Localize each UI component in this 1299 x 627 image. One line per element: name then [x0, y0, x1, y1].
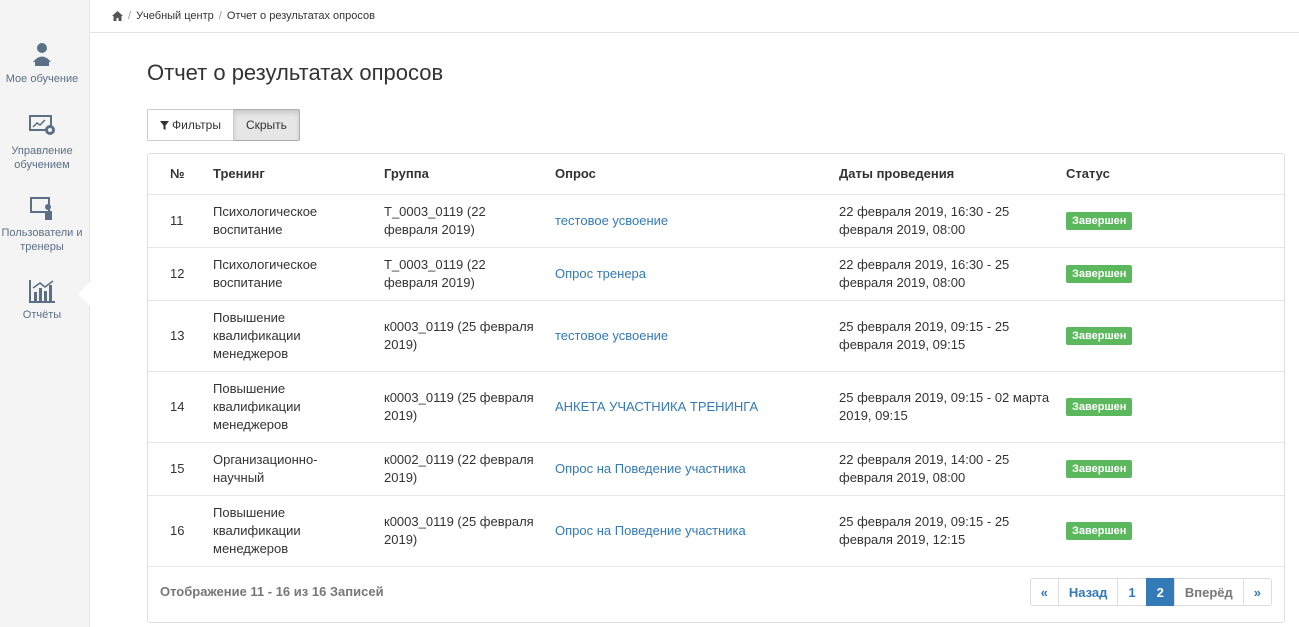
table-row: 14 Повышение квалификации менеджеров к00… [148, 371, 1284, 443]
cell-status: Завершен [1058, 247, 1284, 301]
sidebar-item-my-learning[interactable]: Мое обучение [0, 42, 84, 86]
column-header-dates[interactable]: Даты проведения [831, 154, 1058, 195]
status-badge: Завершен [1066, 398, 1133, 416]
results-table: № Тренинг Группа Опрос Даты проведения С… [148, 154, 1284, 567]
cell-dates: 25 февраля 2019, 09:15 - 25 февраля 2019… [831, 495, 1058, 567]
table-row: 12 Психологическое воспитание Т_0003_011… [148, 247, 1284, 301]
presentation-gear-icon [29, 115, 55, 135]
filter-button-group: Фильтры Скрыть [147, 109, 300, 141]
cell-status: Завершен [1058, 495, 1284, 567]
cell-group: к0003_0119 (25 февраля 2019) [376, 495, 547, 567]
cell-status: Завершен [1058, 194, 1284, 248]
filters-button-label: Фильтры [172, 118, 221, 132]
status-badge: Завершен [1066, 522, 1133, 540]
status-badge: Завершен [1066, 265, 1133, 283]
survey-link[interactable]: АНКЕТА УЧАСТНИКА ТРЕНИНГА [547, 371, 831, 443]
column-header-training[interactable]: Тренинг [205, 154, 376, 195]
pagination-page-1[interactable]: 1 [1117, 578, 1147, 606]
cell-status: Завершен [1058, 300, 1284, 372]
filter-icon [160, 120, 169, 130]
records-info: Отображение 11 - 16 из 16 Записей [160, 584, 384, 599]
cell-dates: 22 февраля 2019, 14:00 - 25 февраля 2019… [831, 442, 1058, 496]
survey-link[interactable]: тестовое усвоение [547, 194, 831, 248]
cell-training: Организационно-научный [205, 442, 376, 496]
cell-training: Психологическое воспитание [205, 247, 376, 301]
table-row: 15 Организационно-научный к0002_0119 (22… [148, 442, 1284, 496]
results-panel: № Тренинг Группа Опрос Даты проведения С… [147, 153, 1285, 623]
table-row: 11 Психологическое воспитание Т_0003_011… [148, 194, 1284, 248]
filters-button[interactable]: Фильтры [147, 109, 234, 141]
cell-status: Завершен [1058, 442, 1284, 496]
breadcrumb-item[interactable]: Учебный центр [136, 10, 214, 22]
cell-group: к0003_0119 (25 февраля 2019) [376, 371, 547, 443]
column-header-survey[interactable]: Опрос [547, 154, 831, 195]
sidebar-item-label: Мое обучение [5, 73, 79, 85]
sidebar-item-label: Управление обучением [11, 145, 73, 171]
trainer-board-icon [30, 197, 52, 220]
survey-link[interactable]: Опрос на Поведение участника [547, 495, 831, 567]
cell-number: 12 [148, 247, 205, 301]
status-badge: Завершен [1066, 212, 1133, 230]
breadcrumb-separator: / [218, 10, 222, 22]
sidebar-item-label: Отчёты [22, 309, 62, 321]
survey-link[interactable]: Опрос на Поведение участника [547, 442, 831, 496]
breadcrumb: / Учебный центр / Отчет о результатах оп… [90, 0, 1299, 33]
cell-dates: 22 февраля 2019, 16:30 - 25 февраля 2019… [831, 247, 1058, 301]
pagination-prev[interactable]: Назад [1057, 578, 1119, 606]
cell-dates: 22 февраля 2019, 16:30 - 25 февраля 2019… [831, 194, 1058, 248]
sidebar-item-reports[interactable]: Отчёты [0, 278, 84, 322]
sidebar-item-learning-management[interactable]: Управление обучением [0, 114, 84, 172]
cell-group: к0003_0119 (25 февраля 2019) [376, 300, 547, 372]
survey-link[interactable]: Опрос тренера [547, 247, 831, 301]
chart-icon [29, 280, 55, 303]
cell-number: 11 [148, 194, 205, 248]
cell-dates: 25 февраля 2019, 09:15 - 25 февраля 2019… [831, 300, 1058, 372]
cell-training: Повышение квалификации менеджеров [205, 371, 376, 443]
cell-number: 16 [148, 495, 205, 567]
column-header-status[interactable]: Статус [1058, 154, 1284, 195]
home-icon[interactable] [112, 11, 123, 21]
active-item-pointer [78, 282, 90, 306]
table-row: 13 Повышение квалификации менеджеров к00… [148, 300, 1284, 372]
cell-status: Завершен [1058, 371, 1284, 443]
cell-group: к0002_0119 (22 февраля 2019) [376, 442, 547, 496]
sidebar: Мое обучение Управление обучением Пользо… [0, 0, 90, 627]
cell-number: 15 [148, 442, 205, 496]
sidebar-item-label: Пользователи и тренеры [1, 227, 83, 253]
column-header-number[interactable]: № [148, 154, 205, 195]
pagination-last[interactable]: » [1242, 578, 1272, 606]
status-badge: Завершен [1066, 327, 1133, 345]
cell-training: Психологическое воспитание [205, 194, 376, 248]
cell-group: Т_0003_0119 (22 февраля 2019) [376, 247, 547, 301]
sidebar-item-users-trainers[interactable]: Пользователи и тренеры [0, 196, 84, 254]
breadcrumb-current: Отчет о результатах опросов [226, 10, 375, 22]
breadcrumb-separator: / [128, 10, 132, 22]
cell-training: Повышение квалификации менеджеров [205, 300, 376, 372]
table-header-row: № Тренинг Группа Опрос Даты проведения С… [148, 154, 1284, 195]
status-badge: Завершен [1066, 460, 1133, 478]
cell-number: 14 [148, 371, 205, 443]
pagination-first[interactable]: « [1029, 578, 1059, 606]
cell-group: Т_0003_0119 (22 февраля 2019) [376, 194, 547, 248]
page-title: Отчет о результатах опросов [147, 60, 444, 85]
table-row: 16 Повышение квалификации менеджеров к00… [148, 495, 1284, 567]
cell-training: Повышение квалификации менеджеров [205, 495, 376, 567]
hide-button[interactable]: Скрыть [233, 109, 300, 141]
survey-link[interactable]: тестовое усвоение [547, 300, 831, 372]
pagination-next[interactable]: Вперёд [1173, 578, 1244, 606]
cell-number: 13 [148, 300, 205, 372]
cell-dates: 25 февраля 2019, 09:15 - 02 марта 2019, … [831, 371, 1058, 443]
pagination: « Назад 1 2 Вперёд » [1029, 578, 1272, 606]
user-learning-icon [33, 43, 51, 66]
pagination-page-2[interactable]: 2 [1145, 578, 1175, 606]
column-header-group[interactable]: Группа [376, 154, 547, 195]
